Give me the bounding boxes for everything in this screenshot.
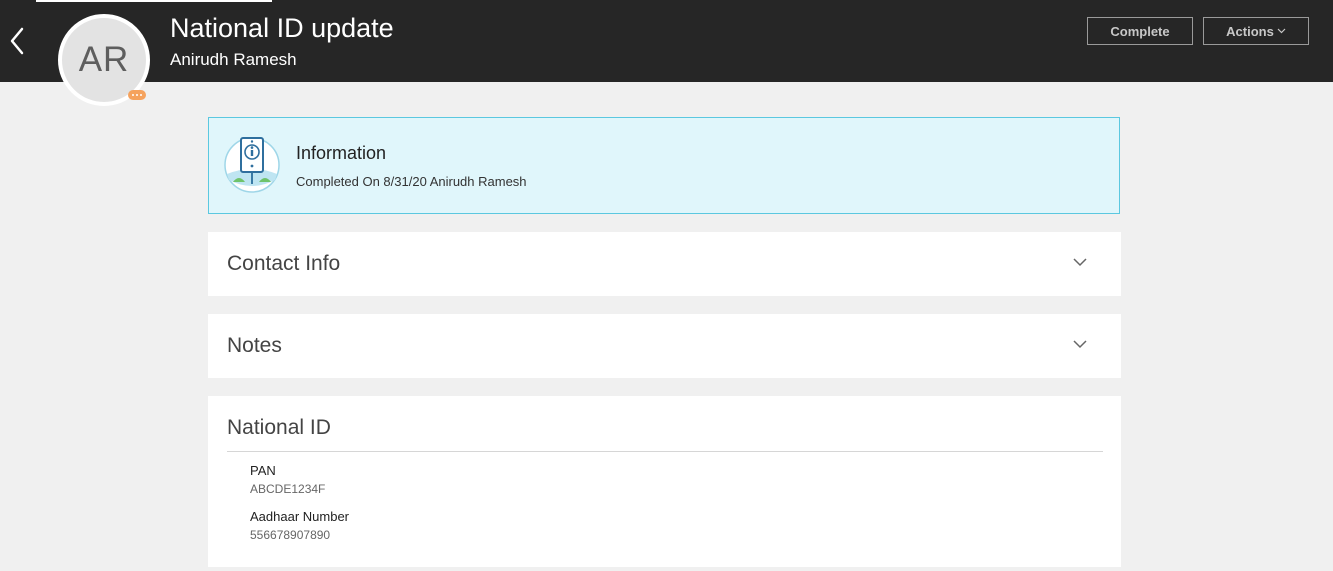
- chevron-left-icon: [10, 27, 24, 55]
- complete-button[interactable]: Complete: [1087, 17, 1193, 45]
- information-banner: Information Completed On 8/31/20 Anirudh…: [208, 117, 1120, 214]
- actions-button[interactable]: Actions: [1203, 17, 1309, 45]
- field-value-aadhaar: 556678907890: [250, 528, 331, 542]
- page-title: National ID update: [170, 13, 394, 43]
- section-national-id: National ID PAN ABCDE1234F Aadhaar Numbe…: [208, 396, 1121, 567]
- page-subtitle: Anirudh Ramesh: [170, 50, 297, 69]
- divider: [227, 451, 1103, 452]
- field-value-pan: ABCDE1234F: [250, 482, 326, 496]
- back-button[interactable]: [4, 22, 30, 60]
- field-label-pan: PAN: [250, 463, 276, 478]
- banner-title: Information: [296, 143, 387, 163]
- section-contact-info[interactable]: Contact Info: [208, 232, 1121, 296]
- progress-indicator: [36, 0, 272, 2]
- chevron-down-icon[interactable]: [1070, 254, 1090, 270]
- chevron-down-icon: [1277, 28, 1286, 34]
- section-title: Notes: [227, 334, 282, 357]
- section-notes[interactable]: Notes: [208, 314, 1121, 378]
- field-label-aadhaar: Aadhaar Number: [250, 509, 349, 524]
- banner-text: Completed On 8/31/20 Anirudh Ramesh: [296, 174, 527, 189]
- info-sign-icon: [224, 137, 280, 193]
- chevron-down-icon[interactable]: [1070, 336, 1090, 352]
- section-title: Contact Info: [227, 252, 341, 275]
- avatar-status-badge[interactable]: [128, 90, 146, 100]
- section-title: National ID: [227, 416, 331, 439]
- actions-label: Actions: [1226, 23, 1274, 39]
- header-bar: National ID update Anirudh Ramesh Comple…: [0, 0, 1333, 82]
